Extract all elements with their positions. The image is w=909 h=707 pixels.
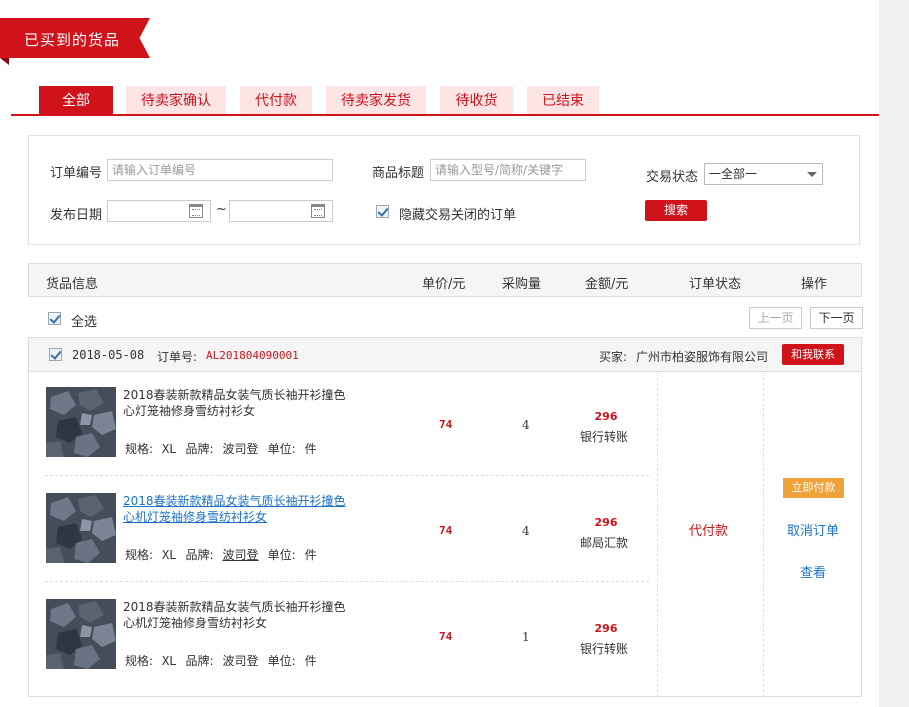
item-divider (45, 581, 649, 582)
amount: 296 (594, 622, 618, 635)
product-spec: 规格: XL 品牌: 波司登 单位: 件 (125, 546, 326, 563)
tab-all[interactable]: 全部 (39, 86, 113, 114)
payment-method: 邮局汇款 (580, 536, 629, 550)
unit-price: 74 (439, 418, 453, 431)
spec-label: 规格: (125, 548, 154, 562)
contact-me-button[interactable]: 和我联系 (782, 344, 844, 365)
order-header: 2018-05-08 订单号: AL201804090001 买家: 广州市柏姿… (29, 338, 861, 372)
col-status: 订单状态 (689, 277, 742, 292)
brand-value: 波司登 (222, 654, 259, 668)
unit-label: 单位: (267, 442, 296, 456)
quantity: 4 (522, 524, 530, 538)
hide-closed-checkbox[interactable] (376, 205, 389, 218)
unit-value: 件 (304, 442, 317, 456)
col-unit-price: 单价/元 (422, 277, 466, 292)
search-button[interactable]: 搜索 (645, 200, 707, 221)
chevron-down-icon (807, 172, 817, 177)
page-title: 已买到的货品 (24, 31, 121, 49)
tab-pending-confirm[interactable]: 待卖家确认 (126, 86, 226, 114)
unit-value: 件 (304, 654, 317, 668)
col-quantity: 采购量 (502, 277, 542, 292)
item-divider (45, 475, 649, 476)
table-header: 货品信息 单价/元 采购量 金额/元 订单状态 操作 (28, 263, 862, 297)
select-all-label: 全选 (71, 315, 98, 330)
hide-closed-label: 隐藏交易关闭的订单 (399, 208, 517, 223)
col-goods-info: 货品信息 (46, 277, 99, 292)
publish-date-label: 发布日期 (50, 208, 103, 223)
order-item: 2018春装新款精品女装气质长袖开衫撞色心灯笼袖修身雪纺衬衫女 规格: XL 品牌:… (29, 373, 657, 479)
trade-status-label: 交易状态 (646, 170, 699, 185)
tab-pending-payment[interactable]: 代付款 (240, 86, 312, 114)
brand-label: 品牌: (185, 442, 214, 456)
unit-label: 单位: (267, 654, 296, 668)
unit-label: 单位: (267, 548, 296, 562)
quantity: 4 (522, 418, 530, 432)
seller-name: 广州市柏姿服饰有限公司 (636, 350, 769, 364)
brand-value[interactable]: 波司登 (223, 548, 259, 562)
order-date: 2018-05-08 (72, 348, 145, 362)
select-all-checkbox[interactable] (48, 312, 61, 325)
order-tabs: 全部 待卖家确认 代付款 待卖家发货 待收货 已结束 (11, 86, 879, 116)
order-checkbox[interactable] (49, 348, 62, 361)
amount: 296 (594, 410, 618, 423)
brand-label: 品牌: (185, 548, 214, 562)
date-start-input[interactable] (107, 200, 211, 222)
order-card: 2018-05-08 订单号: AL201804090001 买家: 广州市柏姿… (28, 337, 862, 697)
quantity: 1 (522, 630, 530, 644)
cancel-order-link[interactable]: 取消订单 (787, 520, 839, 539)
date-separator: ~ (216, 202, 227, 217)
view-order-link[interactable]: 查看 (800, 562, 826, 581)
order-no-label: 订单编号 (50, 166, 103, 181)
spec-label: 规格: (125, 442, 154, 456)
unit-price: 74 (439, 630, 453, 643)
product-title[interactable]: 2018春装新款精品女装气质长袖开衫撞色心灯笼袖修身雪纺衬衫女 (123, 387, 355, 419)
product-thumbnail[interactable] (46, 493, 116, 563)
tab-finished[interactable]: 已结束 (527, 86, 599, 114)
next-page-button[interactable]: 下一页 (810, 307, 863, 329)
order-item: 2018春装新款精品女装气质长袖开衫撞色心机灯笼袖修身雪纺衬衫女 规格: XL 品牌… (29, 585, 657, 691)
col-actions: 操作 (801, 277, 828, 292)
calendar-icon[interactable] (311, 204, 325, 218)
order-no: AL201804090001 (206, 349, 299, 362)
tab-pending-receive[interactable]: 待收货 (440, 86, 513, 114)
order-item: 2018春装新款精品女装气质长袖开衫撞色心机灯笼袖修身雪纺衬衫女 规格: XL 品牌… (29, 479, 657, 585)
seller-label: 买家: (599, 350, 628, 364)
prev-page-button[interactable]: 上一页 (749, 307, 802, 329)
order-no-input[interactable]: 请输入订单编号 (107, 159, 333, 181)
date-end-input[interactable] (229, 200, 333, 222)
brand-label: 品牌: (185, 654, 214, 668)
trade-status-select[interactable]: 一全部一 (704, 163, 823, 185)
product-spec: 规格: XL 品牌: 波司登 单位: 件 (125, 652, 326, 669)
order-status: 代付款 (689, 524, 729, 539)
product-title-input[interactable]: 请输入型号/简称/关键字 (430, 159, 586, 181)
order-no-label: 订单号: (157, 350, 198, 364)
unit-price: 74 (439, 524, 453, 537)
amount: 296 (594, 516, 618, 529)
payment-method: 银行转账 (580, 642, 629, 656)
spec-label: 规格: (125, 654, 154, 668)
calendar-icon[interactable] (189, 204, 203, 218)
main-panel: 已买到的货品 全部 待卖家确认 代付款 待卖家发货 待收货 已结束 订单编号 请… (0, 0, 879, 707)
status-column-divider (657, 373, 658, 697)
product-title[interactable]: 2018春装新款精品女装气质长袖开衫撞色心机灯笼袖修身雪纺衬衫女 (123, 599, 355, 631)
filter-panel: 订单编号 请输入订单编号 商品标题 请输入型号/简称/关键字 交易状态 一全部一… (28, 135, 860, 245)
ribbon-fold (0, 58, 9, 65)
product-title-link[interactable]: 2018春装新款精品女装气质长袖开衫撞色心机灯笼袖修身雪纺衬衫女 (123, 493, 355, 525)
product-spec: 规格: XL 品牌: 波司登 单位: 件 (125, 440, 326, 457)
spec-value: XL (162, 548, 177, 562)
actions-column-divider (763, 373, 764, 697)
product-thumbnail[interactable] (46, 387, 116, 457)
trade-status-value: 一全部一 (709, 167, 758, 181)
unit-value: 件 (304, 548, 317, 562)
payment-method: 银行转账 (580, 430, 629, 444)
tab-pending-ship[interactable]: 待卖家发货 (326, 86, 426, 114)
spec-value: XL (162, 654, 177, 668)
pay-now-button[interactable]: 立即付款 (783, 478, 844, 498)
col-amount: 金额/元 (585, 277, 629, 292)
product-title-label: 商品标题 (372, 166, 425, 181)
page-title-ribbon: 已买到的货品 (0, 18, 150, 65)
product-thumbnail[interactable] (46, 599, 116, 669)
brand-value: 波司登 (222, 442, 259, 456)
spec-value: XL (162, 442, 177, 456)
